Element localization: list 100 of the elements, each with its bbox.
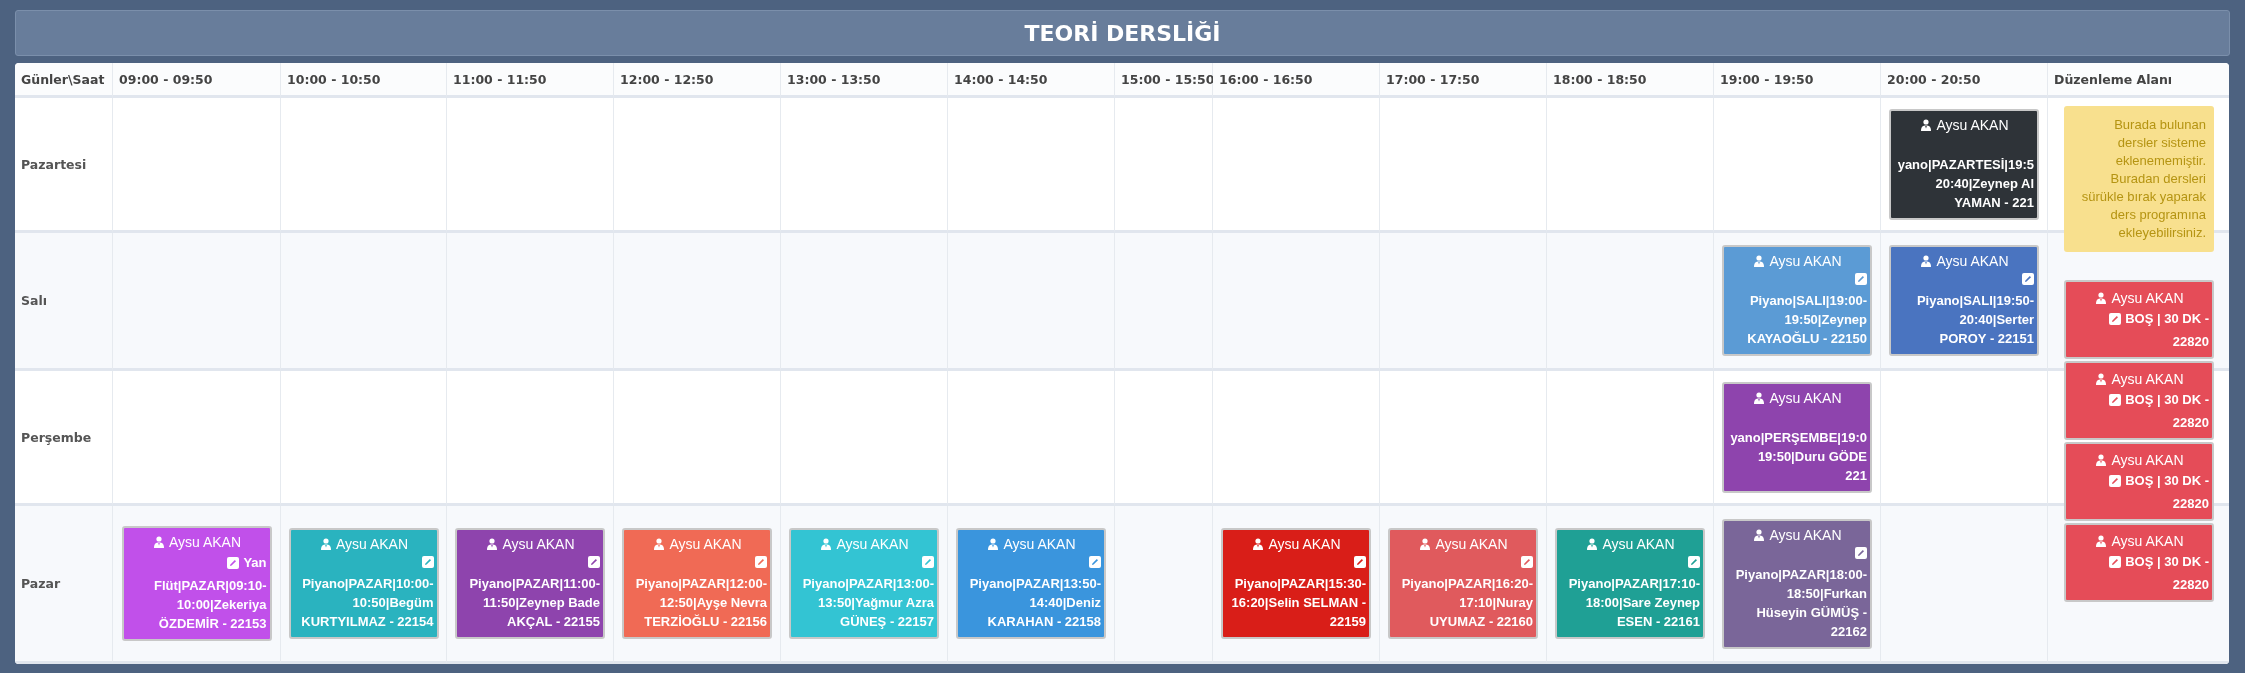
lesson-details: yano|PERŞEMBE|19:0 19:50|Duru GÖDE 221 [1729, 428, 1867, 485]
lesson-details: 22820 [2171, 333, 2209, 351]
teacher-name: Aysu AKAN [1769, 526, 1842, 543]
teacher-name: Aysu AKAN [2111, 290, 2184, 306]
teacher-name: Aysu AKAN [1602, 536, 1675, 552]
lesson-details: Piyano|PAZAR|11:00- 11:50|Zeynep Bade AKÇAL - 22155 [468, 575, 600, 631]
column-header: 11:00 - 11:50 [447, 63, 614, 98]
teacher-name: Aysu AKAN [2111, 371, 2184, 387]
teacher-icon [1753, 528, 1766, 541]
edit-icon[interactable] [227, 556, 240, 569]
lesson-details: Flüt|PAZAR|09:10- 10:00|Zekeriya ÖZDEMİR - 22153 [153, 577, 267, 633]
info-note: Burada bulunan dersler sisteme eklenememiştir. Buradan dersleri sürükle bırak yaparak ders programına ekleyebilirsiniz. [2064, 106, 2214, 252]
edit-icon[interactable] [1855, 273, 1867, 285]
edit-icon[interactable] [1354, 556, 1366, 568]
column-header: 17:00 - 17:50 [1380, 63, 1547, 98]
column-header: 12:00 - 12:50 [614, 63, 781, 98]
column-header: Günler\Saat [15, 63, 113, 98]
edit-icon[interactable] [2022, 273, 2034, 285]
teacher-name: Aysu AKAN [1936, 253, 2009, 269]
column-header: 18:00 - 18:50 [1547, 63, 1714, 98]
day-label: Pazar [15, 506, 113, 664]
column-header: 09:00 - 09:50 [113, 63, 281, 98]
lesson-details: Piyano|PAZAR|12:00- 12:50|Ayşe Nevra TERZİOĞLU - 22156 [634, 575, 767, 631]
lesson-details: 22820 [2171, 414, 2209, 432]
teacher-icon [1586, 538, 1599, 550]
teacher-name: Aysu AKAN [836, 536, 909, 552]
lesson-card[interactable]: Aysu AKAN Piyano|PAZAR|10:00- 10:50|Begüm KURTYILMAZ - 22154 [288, 528, 439, 639]
teacher-icon [1419, 538, 1432, 550]
teacher-icon [2095, 292, 2108, 304]
lesson-card[interactable]: Aysu AKAN Piyano|SALI|19:50- 20:40|Serter POROY - 22151 [1889, 245, 2039, 356]
teacher-icon [1753, 391, 1766, 404]
day-label: Salı [15, 233, 113, 371]
lesson-card[interactable]: Aysu AKAN Piyano|SALI|19:00- 19:50|Zeynep KAYAOĞLU - 22150 [1722, 245, 1872, 356]
lesson-title: BOŞ | 30 DK - [2125, 310, 2209, 328]
lesson-card[interactable]: Aysu AKAN Yan Flüt|PAZAR|09:10- 10:00|Zekeriya ÖZDEMİR - 22153 [121, 526, 272, 641]
column-header: Düzenleme Alanı [2048, 63, 2229, 98]
teacher-icon [653, 538, 666, 550]
lesson-card[interactable]: Aysu AKAN BOŞ | 30 DK - 22820 [2064, 442, 2214, 521]
column-header: 10:00 - 10:50 [281, 63, 447, 98]
edit-icon[interactable] [421, 556, 434, 568]
lesson-card[interactable]: Aysu AKAN BOŞ | 30 DK - 22820 [2064, 523, 2214, 602]
teacher-icon [1753, 255, 1766, 267]
column-header: 14:00 - 14:50 [948, 63, 1115, 98]
lesson-details: Piyano|PAZAR|17:10- 18:00|Sare Zeynep ESEN - 22161 [1567, 575, 1700, 631]
lesson-details: 22820 [2171, 576, 2209, 594]
teacher-name: Aysu AKAN [1435, 536, 1508, 552]
edit-icon[interactable] [1089, 556, 1101, 568]
teacher-icon [1920, 118, 1933, 131]
edit-icon[interactable] [2109, 555, 2122, 568]
teacher-name: Aysu AKAN [669, 536, 742, 552]
lesson-title: Yan [243, 554, 267, 572]
teacher-icon [319, 538, 332, 550]
lesson-card[interactable]: Aysu AKAN Piyano|PAZAR|12:00- 12:50|Ayşe Nevra TERZİOĞLU - 22156 [622, 528, 772, 639]
lesson-details: Piyano|PAZAR|10:00- 10:50|Begüm KURTYILMAZ - 22154 [300, 575, 434, 631]
teacher-name: Aysu AKAN [2111, 452, 2184, 468]
teacher-icon [1252, 538, 1265, 550]
teacher-name: Aysu AKAN [1268, 536, 1341, 552]
teacher-icon [987, 538, 1000, 550]
edit-icon[interactable] [2109, 312, 2122, 325]
lesson-card[interactable]: Aysu AKAN Piyano|PAZAR|18:00- 18:50|Furkan Hüseyin GÜMÜŞ - 22162 [1722, 518, 1872, 649]
lesson-title: BOŞ | 30 DK - [2125, 553, 2209, 571]
edit-icon[interactable] [1855, 546, 1867, 559]
lesson-card[interactable]: Aysu AKAN Piyano|PAZAR|13:00- 13:50|Yağmur Azra GÜNEŞ - 22157 [789, 528, 939, 639]
lesson-card[interactable]: Aysu AKAN Piyano|PAZAR|15:30- 16:20|Selin SELMAN - 22159 [1221, 528, 1371, 639]
lesson-card[interactable]: Aysu AKAN Piyano|PAZAR|17:10- 18:00|Sare Zeynep ESEN - 22161 [1555, 528, 1705, 639]
column-header: 13:00 - 13:50 [781, 63, 948, 98]
lesson-card[interactable]: Aysu AKAN Piyano|PAZAR|13:50- 14:40|Deniz KARAHAN - 22158 [956, 528, 1106, 639]
teacher-icon [2095, 535, 2108, 547]
teacher-name: Aysu AKAN [335, 536, 409, 552]
teacher-icon [1920, 255, 1933, 267]
teacher-name: Aysu AKAN [1003, 536, 1076, 552]
lesson-card[interactable]: Aysu AKAN yano|PAZARTESİ|19:5 20:40|Zeynep Al YAMAN - 221 [1889, 108, 2039, 220]
lesson-details: Piyano|SALI|19:00- 19:50|Zeynep KAYAOĞLU - 22150 [1746, 292, 1867, 348]
teacher-icon [486, 538, 499, 550]
edit-icon[interactable] [2109, 393, 2122, 406]
edit-icon[interactable] [1688, 556, 1700, 568]
edit-icon[interactable] [755, 556, 767, 568]
edit-icon[interactable] [588, 556, 600, 568]
lesson-details: Piyano|PAZAR|15:30- 16:20|Selin SELMAN - 22159 [1230, 575, 1366, 631]
page-title: TEORİ DERSLİĞİ [1024, 20, 1221, 46]
lesson-card[interactable]: Aysu AKAN yano|PERŞEMBE|19:0 19:50|Duru GÖDE 221 [1722, 381, 1872, 493]
teacher-icon [152, 536, 165, 548]
teacher-icon [2095, 373, 2108, 385]
teacher-name: Aysu AKAN [2111, 533, 2184, 549]
lesson-title: BOŞ | 30 DK - [2125, 472, 2209, 490]
lesson-card[interactable]: Aysu AKAN Piyano|PAZAR|16:20- 17:10|Nuray UYUMAZ - 22160 [1388, 528, 1538, 639]
edit-icon[interactable] [1521, 556, 1533, 568]
lesson-card[interactable]: Aysu AKAN Piyano|PAZAR|11:00- 11:50|Zeynep Bade AKÇAL - 22155 [455, 528, 605, 639]
teacher-name: Aysu AKAN [168, 534, 242, 550]
lesson-details: Piyano|PAZAR|13:50- 14:40|Deniz KARAHAN - 22158 [968, 575, 1101, 631]
column-header: 19:00 - 19:50 [1714, 63, 1881, 98]
lesson-card[interactable]: Aysu AKAN BOŞ | 30 DK - 22820 [2064, 280, 2214, 359]
edit-icon[interactable] [2109, 474, 2122, 487]
teacher-name: Aysu AKAN [502, 536, 575, 552]
lesson-title: BOŞ | 30 DK - [2125, 391, 2209, 409]
teacher-icon [820, 538, 833, 550]
lesson-card[interactable]: Aysu AKAN BOŞ | 30 DK - 22820 [2064, 361, 2214, 440]
column-header: 20:00 - 20:50 [1881, 63, 2048, 98]
lesson-details: Piyano|PAZAR|16:20- 17:10|Nuray UYUMAZ - 22160 [1400, 575, 1533, 631]
lesson-details: Piyano|SALI|19:50- 20:40|Serter POROY - 22151 [1915, 292, 2034, 348]
